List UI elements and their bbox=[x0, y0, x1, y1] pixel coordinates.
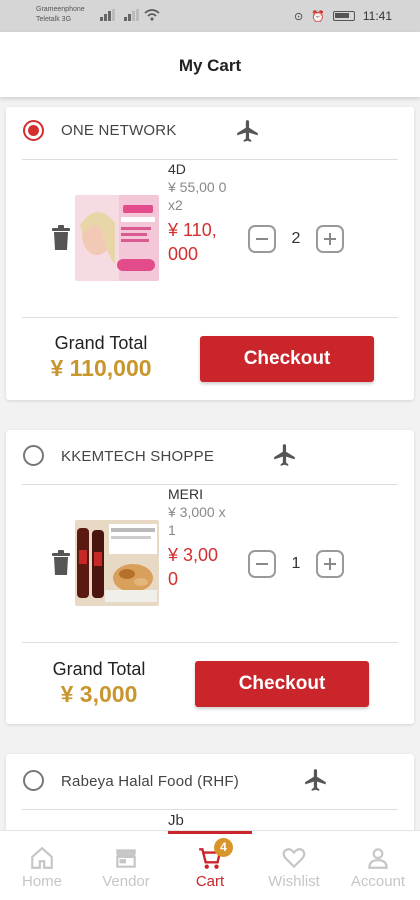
store-card-kkemtech: KKEMTECH SHOPPE MERI ¥ 3,000 x1 ¥ 3,00 0… bbox=[6, 430, 414, 724]
carrier-name-2: Teletalk 3G bbox=[36, 16, 72, 23]
nav-vendor[interactable]: Vendor bbox=[84, 831, 168, 900]
bottom-navigation: Home Vendor 4 Cart Wishlist Account bbox=[0, 830, 420, 900]
page-title: My Cart bbox=[178, 56, 242, 75]
vibrate-icon: ⊙ bbox=[293, 10, 304, 23]
item-name: MERI bbox=[168, 486, 203, 502]
wifi-icon bbox=[144, 9, 160, 21]
divider bbox=[22, 317, 398, 318]
item-name: Jb bbox=[168, 812, 184, 829]
store-icon bbox=[116, 849, 136, 868]
grand-total-label: Grand Total bbox=[54, 333, 148, 353]
nav-home[interactable]: Home bbox=[0, 831, 84, 900]
store-name: ONE NETWORK bbox=[61, 122, 177, 139]
status-right: ⊙ ⏰ 11:41 bbox=[294, 9, 392, 23]
divider bbox=[22, 642, 398, 643]
store-select-radio[interactable] bbox=[23, 120, 44, 141]
increase-quantity-button[interactable] bbox=[316, 225, 344, 253]
increase-quantity-button[interactable] bbox=[316, 550, 344, 578]
item-name: 4D bbox=[168, 161, 186, 177]
item-unit-price: ¥ 55,00 0x2 bbox=[168, 179, 227, 213]
alarm-icon: ⏰ bbox=[311, 10, 325, 23]
store-card-one-network: ONE NETWORK 4D ¥ 55,00 0x2 ¥ 110, 000 2 … bbox=[6, 107, 414, 400]
checkout-button[interactable]: Checkout bbox=[195, 661, 369, 707]
item-unit-price: ¥ 3,000 x1 bbox=[168, 504, 226, 538]
item-total-price: ¥ 3,00 0 bbox=[168, 545, 219, 589]
delete-icon[interactable] bbox=[50, 225, 72, 251]
decrease-quantity-button[interactable] bbox=[248, 550, 276, 578]
store-select-radio[interactable] bbox=[23, 770, 44, 791]
heart-icon bbox=[282, 848, 306, 869]
status-bar: Grameenphone Teletalk 3G ⊙ ⏰ 11:41 bbox=[0, 0, 420, 32]
divider bbox=[22, 809, 398, 810]
nav-account[interactable]: Account bbox=[336, 831, 420, 900]
nav-cart[interactable]: 4 Cart bbox=[168, 831, 252, 900]
delete-icon[interactable] bbox=[50, 550, 72, 576]
nav-vendor-label: Vendor bbox=[102, 873, 150, 890]
signal-icon-2 bbox=[124, 9, 139, 21]
quantity-value: 1 bbox=[291, 555, 301, 572]
product-image[interactable] bbox=[75, 195, 159, 281]
grand-total-amount: ¥ 3,000 bbox=[60, 681, 138, 707]
quantity-stepper: 1 bbox=[248, 550, 344, 578]
quantity-stepper: 2 bbox=[248, 225, 344, 253]
nav-home-label: Home bbox=[21, 873, 62, 890]
product-image[interactable] bbox=[75, 520, 159, 606]
nav-wishlist-label: Wishlist bbox=[268, 873, 320, 890]
cart-count-badge: 4 bbox=[214, 838, 233, 857]
store-select-radio[interactable] bbox=[23, 445, 44, 466]
person-icon bbox=[368, 848, 388, 869]
cart-item-info: MERI ¥ 3,000 x1 ¥ 3,00 0 bbox=[168, 485, 228, 591]
checkout-button[interactable]: Checkout bbox=[200, 336, 374, 382]
decrease-quantity-button[interactable] bbox=[248, 225, 276, 253]
airplane-icon bbox=[305, 769, 326, 791]
store-name: Rabeya Halal Food (RHF) bbox=[61, 773, 239, 790]
clock: 11:41 bbox=[362, 9, 392, 23]
carrier-info: Grameenphone Teletalk 3G bbox=[36, 5, 85, 25]
grand-total-amount: ¥ 110,000 bbox=[50, 355, 152, 381]
home-icon bbox=[31, 846, 53, 869]
airplane-icon bbox=[274, 444, 295, 466]
nav-wishlist[interactable]: Wishlist bbox=[252, 831, 336, 900]
item-total-price: ¥ 110, 000 bbox=[168, 220, 217, 264]
carrier-name-1: Grameenphone bbox=[36, 6, 85, 13]
nav-cart-label: Cart bbox=[195, 873, 225, 890]
signal-icon bbox=[100, 9, 115, 21]
cart-item-info: 4D ¥ 55,00 0x2 ¥ 110, 000 bbox=[168, 160, 228, 266]
app-bar: My Cart bbox=[0, 32, 420, 97]
nav-account-label: Account bbox=[350, 873, 406, 890]
battery-icon bbox=[332, 11, 355, 21]
store-name: KKEMTECH SHOPPE bbox=[61, 448, 215, 465]
airplane-icon bbox=[237, 120, 258, 142]
grand-total-label: Grand Total bbox=[52, 659, 146, 679]
quantity-value: 2 bbox=[291, 230, 301, 247]
